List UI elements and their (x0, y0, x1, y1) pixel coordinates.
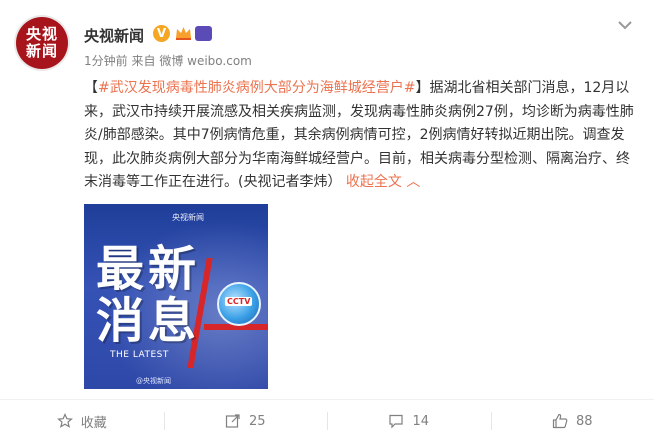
like-button[interactable]: 88 (490, 400, 654, 442)
topic-link[interactable]: #武汉发现病毒性肺炎病例大部分为海鲜城经营户# (98, 80, 415, 96)
member-crown-icon[interactable] (175, 26, 192, 41)
chevron-down-icon[interactable] (616, 18, 634, 32)
post-text: 【#武汉发现病毒性肺炎病例大部分为海鲜城经营户#】据湖北省相关部门消息，12月以… (84, 77, 640, 195)
action-bar: 收藏 25 14 88 (0, 400, 654, 442)
comment-icon (389, 414, 404, 429)
rocket-icon[interactable] (195, 26, 212, 41)
post-source[interactable]: 微博 weibo.com (159, 54, 252, 68)
comment-count: 14 (412, 413, 430, 429)
star-icon (56, 413, 73, 428)
post-time[interactable]: 1分钟前 (84, 54, 128, 68)
chevron-up-icon: ︿ (406, 174, 421, 190)
topic-bracket-open: 【 (84, 80, 98, 96)
favorite-label: 收藏 (80, 415, 107, 431)
cctv-logo: CCTV (225, 297, 253, 306)
avatar[interactable]: 央视 新闻 (16, 17, 68, 69)
image-top-mark: 央视新闻 (172, 213, 204, 222)
avatar-text-2: 新闻 (25, 42, 58, 60)
favorite-button[interactable]: 收藏 (0, 400, 164, 442)
repost-icon (225, 414, 240, 428)
like-count: 88 (575, 413, 593, 429)
author-name[interactable]: 央视新闻 (84, 25, 144, 46)
image-title-line2: 消息 (96, 293, 201, 349)
collapse-label: 收起全文 (345, 174, 402, 190)
source-prefix: 来自 (131, 54, 156, 68)
thumbs-up-icon (552, 413, 568, 429)
image-subtitle: THE LATEST (110, 350, 169, 360)
repost-count: 25 (248, 413, 266, 429)
image-watermark: @央视新闻 (136, 377, 171, 385)
topic-bracket-close: 】 (415, 80, 430, 96)
post-image[interactable]: 央视新闻 最新 消息 THE LATEST CCTV @央视新闻 (84, 204, 268, 389)
avatar-text-1: 央视 (25, 25, 58, 43)
collapse-text-link[interactable]: 收起全文 ︿ (346, 174, 420, 190)
image-title-line1: 最新 (96, 241, 201, 297)
repost-button[interactable]: 25 (163, 400, 328, 442)
verified-icon[interactable]: V (153, 25, 170, 42)
post-meta: 1分钟前 来自 微博 weibo.com (84, 52, 252, 69)
comment-button[interactable]: 14 (327, 400, 491, 442)
